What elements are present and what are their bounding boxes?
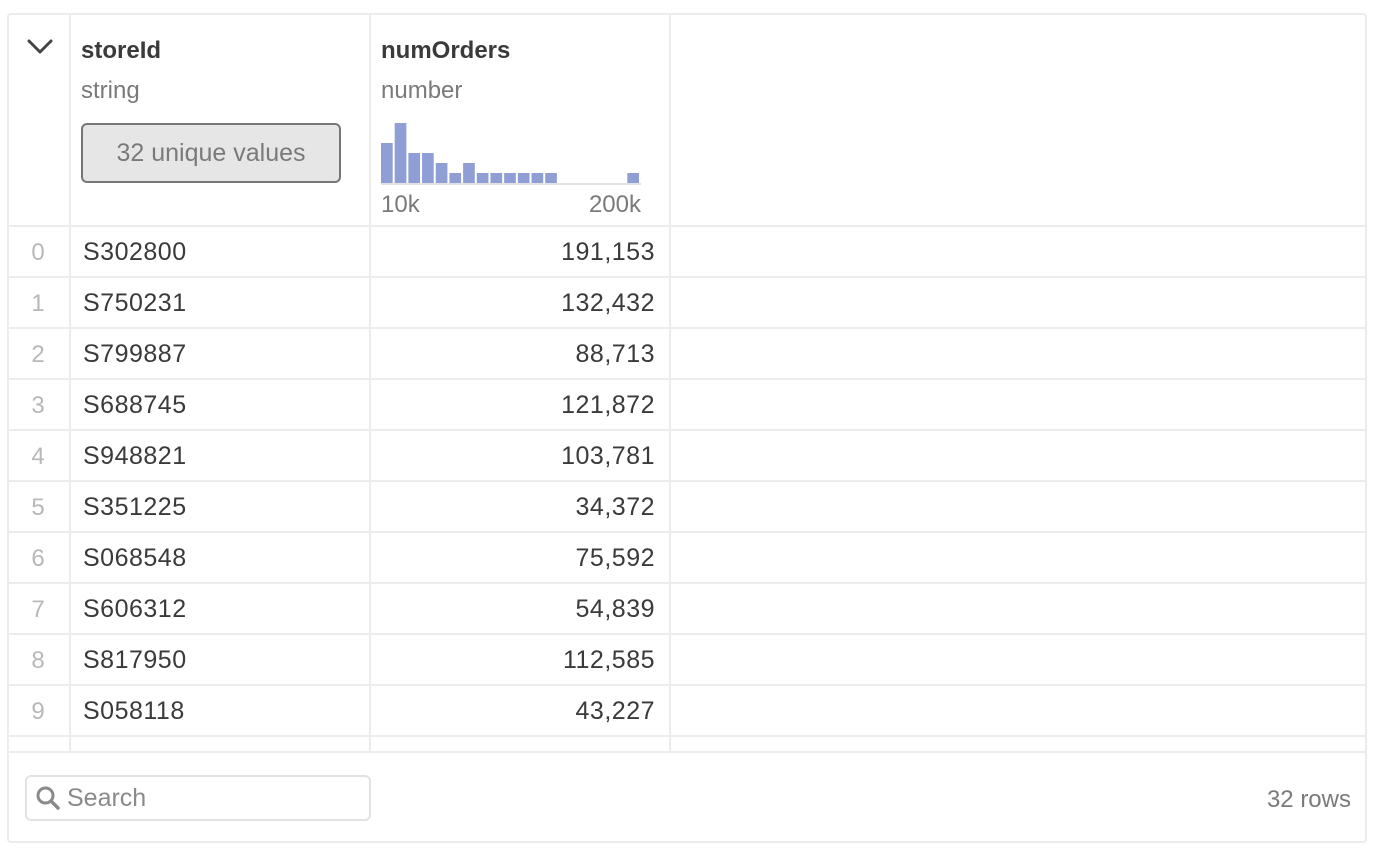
cell-numorders[interactable]: 43,227 <box>371 697 655 726</box>
table-grid: storeId string 32 unique values numOrder… <box>9 15 1365 751</box>
histogram-bar <box>517 173 530 183</box>
cell-storeid[interactable]: S058118 <box>83 697 185 726</box>
cell-numorders[interactable]: 54,839 <box>371 595 655 624</box>
table-row[interactable]: 6 S068548 75,592 <box>9 533 1365 583</box>
cell-storeid[interactable]: S750231 <box>83 289 187 318</box>
column-header-storeid[interactable]: storeId <box>81 37 161 65</box>
cell-storeid[interactable]: S351225 <box>83 493 187 522</box>
histogram-bar <box>490 173 503 183</box>
cell-storeid[interactable]: S302800 <box>83 238 187 267</box>
table-row[interactable]: 8 S817950 112,585 <box>9 635 1365 685</box>
histogram-bar <box>531 173 544 183</box>
table-row[interactable]: 7 S606312 54,839 <box>9 584 1365 634</box>
row-index: 8 <box>31 647 45 674</box>
row-index: 7 <box>31 596 45 623</box>
histogram-bar <box>463 163 475 183</box>
row-divider <box>9 735 1365 737</box>
search-field[interactable] <box>25 775 371 821</box>
table-row[interactable]: 3 S688745 121,872 <box>9 380 1365 430</box>
histogram-bar <box>422 153 434 183</box>
histogram-bar <box>504 173 516 183</box>
cell-numorders[interactable]: 34,372 <box>371 493 655 522</box>
table-footer: 32 rows <box>9 751 1365 841</box>
cell-numorders[interactable]: 132,432 <box>371 289 655 318</box>
histogram-bar <box>449 173 462 183</box>
cell-numorders[interactable]: 75,592 <box>371 544 655 573</box>
cell-storeid[interactable]: S606312 <box>83 595 187 624</box>
histogram-bar <box>545 173 557 183</box>
histogram-bar <box>627 173 639 183</box>
numorders-histogram[interactable] <box>381 115 641 187</box>
chevron-down-icon <box>27 39 53 54</box>
cell-numorders[interactable]: 191,153 <box>371 238 655 267</box>
table-row[interactable]: 4 S948821 103,781 <box>9 431 1365 481</box>
histogram-bar <box>435 163 448 183</box>
cell-numorders[interactable]: 112,585 <box>371 646 655 675</box>
row-index: 9 <box>31 698 45 725</box>
row-index: 1 <box>31 290 45 317</box>
cell-storeid[interactable]: S817950 <box>83 646 187 675</box>
column-header-numorders[interactable]: numOrders <box>381 37 510 65</box>
row-index: 4 <box>31 443 45 470</box>
row-index: 3 <box>31 392 45 419</box>
row-index: 6 <box>31 545 45 572</box>
histogram-bar <box>394 123 407 183</box>
histogram-bar <box>408 153 421 183</box>
histogram-min-label: 10k <box>381 191 420 218</box>
search-icon <box>36 786 60 810</box>
unique-values-badge: 32 unique values <box>81 123 341 183</box>
cell-storeid[interactable]: S799887 <box>83 340 187 369</box>
cell-numorders[interactable]: 103,781 <box>371 442 655 471</box>
data-table: storeId string 32 unique values numOrder… <box>7 13 1367 843</box>
histogram-bar <box>476 173 489 183</box>
histogram-max-label: 200k <box>588 191 641 218</box>
column-type-numorders: number <box>381 77 463 104</box>
row-count: 32 rows <box>1266 786 1351 813</box>
table-row[interactable]: 0 S302800 191,153 <box>9 227 1365 277</box>
search-input[interactable] <box>67 781 363 815</box>
cell-storeid[interactable]: S068548 <box>83 544 187 573</box>
table-row[interactable]: 5 S351225 34,372 <box>9 482 1365 532</box>
cell-storeid[interactable]: S688745 <box>83 391 187 420</box>
table-row[interactable]: 9 S058118 43,227 <box>9 686 1365 736</box>
histogram-bar <box>381 143 393 183</box>
collapse-button[interactable] <box>23 33 57 63</box>
column-type-storeid: string <box>81 77 140 104</box>
row-index: 0 <box>31 239 45 266</box>
table-row[interactable]: 2 S799887 88,713 <box>9 329 1365 379</box>
cell-numorders[interactable]: 88,713 <box>371 340 655 369</box>
cell-numorders[interactable]: 121,872 <box>371 391 655 420</box>
cell-storeid[interactable]: S948821 <box>83 442 187 471</box>
row-index: 5 <box>31 494 45 521</box>
row-index: 2 <box>31 341 45 368</box>
table-row[interactable]: 1 S750231 132,432 <box>9 278 1365 328</box>
